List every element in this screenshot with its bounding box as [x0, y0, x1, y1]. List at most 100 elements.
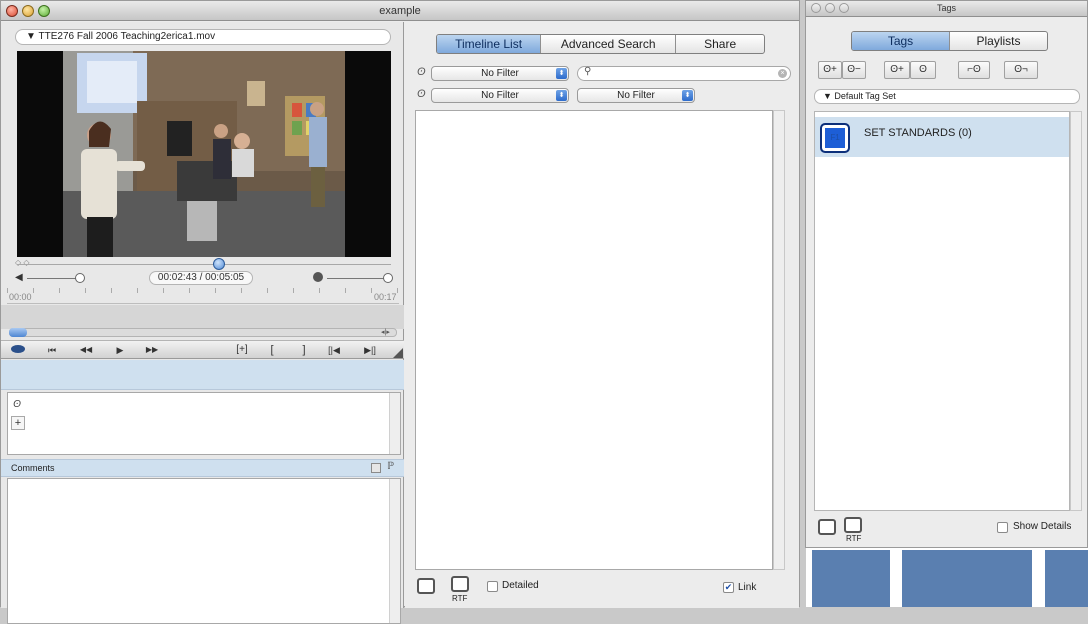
video-frame[interactable] — [17, 51, 391, 257]
timeline-track-area — [1, 305, 404, 329]
tab-share[interactable]: Share — [676, 35, 764, 53]
comments-filter-icon[interactable]: ℙ — [387, 461, 394, 472]
filter-popup-2-value: No Filter — [481, 90, 519, 101]
add-tag-icon[interactable]: ʘ+ — [818, 61, 842, 79]
volume-icon: ◀ — [15, 272, 23, 283]
search-input[interactable]: ⚲ × — [577, 66, 791, 81]
speed-slider-track[interactable] — [327, 278, 387, 279]
play-button[interactable]: ▶ — [107, 341, 133, 359]
comments-header: Comments ℙ — [1, 459, 404, 477]
tag-list — [814, 111, 1070, 511]
filter-popup-3-value: No Filter — [617, 90, 655, 101]
print-rtf-label: RTF — [452, 594, 468, 603]
detailed-checkbox[interactable] — [487, 581, 498, 592]
resize-corner-icon[interactable] — [393, 348, 403, 358]
fast-forward-button[interactable]: ▶▶ — [139, 341, 165, 359]
popup-arrows-icon: ⬍ — [556, 90, 567, 101]
in-out-markers[interactable]: ◇ ◇ — [15, 258, 45, 268]
filter-popup-3[interactable]: No Filter ⬍ — [577, 88, 695, 103]
tag-editor-scrollbar[interactable] — [389, 393, 400, 454]
center-tab-bar: Timeline List Advanced Search Share — [436, 34, 765, 54]
tag-group-icon[interactable]: ʘ — [910, 61, 936, 79]
tab-advanced-search[interactable]: Advanced Search — [541, 35, 677, 53]
import-tags-icon[interactable]: ⌐ʘ — [958, 61, 990, 79]
detailed-label: Detailed — [502, 580, 539, 591]
tab-tags[interactable]: Tags — [852, 32, 950, 50]
go-to-in-button[interactable]: [|◀ — [321, 341, 347, 359]
comments-scrollbar[interactable] — [389, 479, 400, 623]
print-icon[interactable] — [818, 519, 836, 535]
background-panel-3 — [1045, 550, 1088, 607]
show-details-label: Show Details — [1013, 521, 1072, 532]
timeline-pane: Timeline List Advanced Search Share ʘ No… — [405, 22, 799, 608]
add-clip-button[interactable]: [+] — [229, 341, 255, 359]
go-to-out-button[interactable]: ▶|] — [357, 341, 383, 359]
main-titlebar: example — [1, 1, 799, 21]
tag-list-scrollbar[interactable] — [1070, 111, 1082, 511]
timeline-ruler[interactable] — [7, 288, 399, 304]
tags-window: Tags Tags Playlists ʘ+ ʘ− ʘ+ ʘ ⌐ʘ ʘ¬ ▼ D… — [805, 0, 1088, 548]
window-title: example — [379, 5, 421, 17]
print-icon[interactable] — [417, 578, 435, 594]
link-label: Link — [738, 582, 757, 593]
view-eye-icon[interactable] — [11, 345, 25, 353]
speed-slider-knob[interactable] — [383, 273, 393, 283]
media-title: TTE276 Fall 2006 Teaching2erica1.mov — [38, 31, 216, 42]
filter-tag-icon-2: ʘ — [417, 88, 426, 100]
print-rtf-label: RTF — [846, 534, 862, 543]
timeline-scroll-thumb[interactable] — [9, 328, 27, 337]
tag-set-selector[interactable]: ▼ Default Tag Set — [814, 89, 1080, 104]
popup-arrows-icon: ⬍ — [682, 90, 693, 101]
volume-slider-knob[interactable] — [75, 273, 85, 283]
timeline-list[interactable] — [415, 110, 773, 570]
playhead-knob[interactable] — [213, 258, 225, 270]
print-rtf-icon[interactable] — [844, 517, 862, 533]
tags-titlebar: Tags — [806, 1, 1087, 17]
media-title-bar[interactable]: ▼ TTE276 Fall 2006 Teaching2erica1.mov — [15, 29, 391, 45]
tag-pencil-icon[interactable]: ʘ — [11, 398, 23, 412]
mark-in-button[interactable]: [ — [259, 341, 285, 359]
skip-to-start-button[interactable]: ⏮ — [39, 341, 65, 359]
ruler-end-label: 00:17 — [374, 292, 397, 302]
mark-out-button[interactable]: ] — [291, 341, 317, 359]
show-details-checkbox[interactable] — [997, 522, 1008, 533]
tag-name: SET STANDARDS (0) — [864, 127, 972, 139]
speed-clock-icon — [313, 272, 323, 282]
disclosure-triangle-icon: ▼ — [26, 31, 39, 42]
filter-popup-2[interactable]: No Filter ⬍ — [431, 88, 569, 103]
popup-arrows-icon: ⬍ — [556, 68, 567, 79]
filter-tag-icon-1: ʘ — [417, 66, 426, 78]
remove-tag-icon[interactable]: ʘ− — [842, 61, 866, 79]
tags-tab-bar: Tags Playlists — [851, 31, 1048, 51]
filter-popup-1-value: No Filter — [481, 68, 519, 79]
background-panel-1 — [812, 550, 890, 607]
search-icon: ⚲ — [584, 66, 592, 77]
timeline-list-scrollbar[interactable] — [773, 110, 785, 570]
add-tag-button[interactable]: + — [11, 416, 25, 430]
disclosure-triangle-icon: ▼ — [823, 91, 835, 101]
selection-strip — [1, 360, 404, 390]
tags-window-title: Tags — [936, 3, 956, 13]
video-pane: ▼ TTE276 Fall 2006 Teaching2erica1.mov ◇… — [1, 22, 404, 624]
zoom-arrows-icon[interactable]: ◂|▸ — [381, 328, 390, 336]
background-panel-2 — [902, 550, 1032, 607]
clear-search-icon[interactable]: × — [778, 69, 787, 78]
tag-editor — [7, 392, 401, 455]
tab-timeline-list[interactable]: Timeline List — [437, 35, 542, 53]
add-tag-group-icon[interactable]: ʘ+ — [884, 61, 910, 79]
playhead-track — [17, 264, 391, 265]
timeline-scroller[interactable] — [9, 328, 397, 337]
ruler-start-label: 00:00 — [9, 292, 32, 302]
comments-checkbox[interactable] — [371, 463, 381, 473]
print-rtf-icon[interactable] — [451, 576, 469, 592]
tab-playlists[interactable]: Playlists — [950, 32, 1047, 50]
comments-label: Comments — [11, 463, 55, 473]
export-tags-icon[interactable]: ʘ¬ — [1004, 61, 1038, 79]
main-window: example ▼ TTE276 Fall 2006 Teaching2eric… — [0, 0, 800, 624]
rewind-button[interactable]: ◀◀ — [73, 341, 99, 359]
tag-set-name: Default Tag Set — [834, 91, 896, 101]
classroom-video-image — [17, 51, 391, 257]
filter-popup-1[interactable]: No Filter ⬍ — [431, 66, 569, 81]
link-checkbox[interactable]: ✔ — [723, 582, 734, 593]
comments-text-area[interactable] — [7, 478, 401, 624]
